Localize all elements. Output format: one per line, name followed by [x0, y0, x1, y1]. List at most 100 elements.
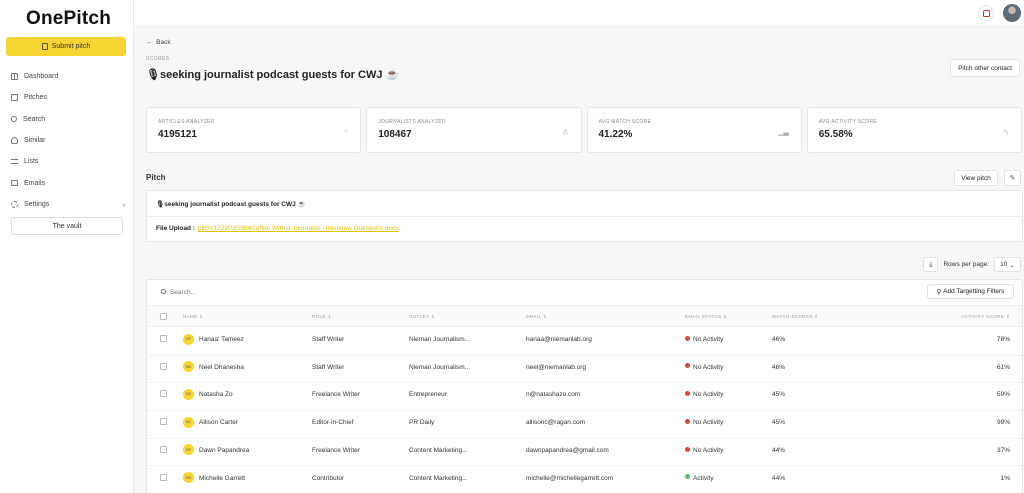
column-header-outlet[interactable]: OUTLET ⇕	[409, 314, 435, 320]
submit-pitch-button[interactable]: Submit pitch	[6, 37, 126, 56]
users-icon	[11, 137, 18, 145]
rows-per-page-control: ⤓ Rows per page: 10 ⌄	[923, 257, 1021, 272]
sidebar-item-label: Similar	[24, 137, 46, 145]
file-upload: File Upload : pitch/1729PdS884Coffee With…	[156, 225, 398, 232]
table-row[interactable]: MG Michelle Garrett Contributor Content Mar…	[147, 467, 1022, 493]
table-search-row: ⚲ Add Targetting Filters	[147, 280, 1022, 305]
table-row[interactable]: ND Neel Dhanesha Staff Writer Nieman Journa…	[147, 356, 1022, 384]
user-avatar[interactable]	[1003, 4, 1021, 22]
cell-email: n@natashazo.com	[526, 391, 581, 399]
pitch-other-contact-button[interactable]: Pitch other contact	[950, 59, 1020, 77]
file-upload-link[interactable]: pitch/1729PdS884Coffee With a Journalist…	[198, 225, 398, 232]
sidebar-item-pitches[interactable]: Pitches	[11, 87, 127, 108]
sidebar-nav: Dashboard Pitches Search Similar Lists E…	[11, 66, 127, 215]
table-header: NAME ⇕ ROLE ⇕ OUTLET ⇕ EMAIL ⇕ EMAIL STA…	[147, 305, 1022, 327]
cell-role: Freelance Writer	[312, 391, 360, 399]
stat-card-activity: AVG ACTIVITY SCORE 65.58% ∿	[806, 107, 1022, 153]
filter-icon: ⚲	[936, 288, 942, 296]
pitch-section-title: Pitch	[146, 173, 166, 182]
activity-icon: ∿	[1003, 129, 1009, 136]
row-checkbox[interactable]	[160, 473, 167, 481]
cell-outlet: PR Daily	[409, 419, 435, 427]
sidebar-item-lists[interactable]: Lists	[11, 151, 127, 172]
status-dot-icon	[685, 391, 690, 397]
stat-value: 4195121	[158, 129, 197, 140]
search-icon	[11, 116, 17, 123]
cell-match-score: 46%	[772, 336, 786, 343]
table-row[interactable]: AC Allison Carter Editor-in-Chief PR Daily a…	[147, 411, 1022, 439]
table-row[interactable]: HT Hanaa' Tameez Staff Writer Nieman Journa…	[147, 328, 1022, 356]
stat-card-journalists: JOURNALISTS ANALYZED 108467 ♙	[366, 107, 582, 153]
cell-email: michelle@michellegarrett.com	[526, 474, 614, 482]
column-header-match-scores[interactable]: MATCH SCORES ⇕	[772, 314, 819, 320]
row-checkbox[interactable]	[160, 390, 167, 398]
cell-email: hanaa@niemanlab.org	[526, 336, 592, 343]
select-all-checkbox[interactable]	[160, 313, 167, 320]
back-label: Back	[156, 39, 171, 46]
sidebar-item-similar[interactable]: Similar	[11, 130, 127, 151]
stat-value: 65.58%	[818, 129, 853, 140]
sidebar-item-emails[interactable]: Emails	[11, 172, 127, 193]
view-pitch-button[interactable]: View pitch	[954, 170, 998, 186]
download-icon[interactable]: ⤓	[923, 257, 939, 272]
pitch-card: 🎙seeking journalist podcast guests for C…	[146, 190, 1023, 242]
avatar: DP	[183, 444, 194, 456]
sidebar-item-search[interactable]: Search	[11, 109, 127, 130]
cell-email: dawnpapandrea@gmail.com	[526, 446, 609, 454]
cell-name[interactable]: Neel Dhanesha	[199, 364, 244, 371]
status-dot-icon	[685, 363, 690, 369]
submit-pitch-label: Submit pitch	[51, 43, 91, 50]
search-icon	[161, 289, 166, 294]
cell-role: Editor-in-Chief	[312, 419, 354, 427]
status-dot-icon	[685, 418, 690, 424]
table-row[interactable]: NZ Natasha Zo Freelance Writer Entrepreneur…	[147, 383, 1022, 412]
column-header-role[interactable]: ROLE ⇕	[312, 314, 332, 320]
sidebar-item-settings[interactable]: Settings ⌄	[11, 194, 127, 215]
avatar: ND	[183, 361, 194, 373]
cell-activity-score: 1%	[1000, 474, 1010, 482]
cell-name[interactable]: Natasha Zo	[199, 391, 233, 398]
cell-email-status: Activity	[685, 474, 714, 482]
arrow-left-icon: ←	[146, 39, 153, 46]
back-link[interactable]: ← Back	[146, 39, 171, 46]
pitch-title: 🎙seeking journalist podcast guests for C…	[156, 201, 306, 208]
status-text: No Activity	[693, 419, 724, 427]
status-dot-icon	[685, 474, 690, 480]
column-header-email[interactable]: EMAIL ⇕	[526, 314, 547, 320]
rows-per-page-select[interactable]: 10 ⌄	[994, 257, 1021, 272]
rows-per-page-value: 10	[1000, 261, 1008, 268]
dashboard-icon	[11, 73, 18, 81]
logo[interactable]: OnePitch	[26, 8, 111, 30]
cell-match-score: 44%	[772, 446, 786, 454]
column-header-email-status[interactable]: EMAIL STATUS ⇕	[685, 314, 727, 320]
cell-role: Contributor	[312, 474, 345, 482]
document-icon	[41, 43, 48, 50]
row-checkbox[interactable]	[160, 362, 167, 370]
table-row[interactable]: DP Dawn Papandrea Freelance Writer Content …	[147, 439, 1022, 467]
row-checkbox[interactable]	[160, 335, 167, 342]
edit-pencil-icon[interactable]: ✎	[1004, 170, 1021, 186]
search-input[interactable]	[170, 286, 370, 299]
cell-activity-score: 99%	[996, 419, 1010, 427]
cell-name[interactable]: Michelle Garrett	[199, 475, 245, 482]
notification-bell-icon[interactable]	[978, 5, 994, 21]
cell-name[interactable]: Allison Carter	[199, 419, 238, 426]
cell-name[interactable]: Hanaa' Tameez	[199, 336, 244, 343]
stat-card-articles: ARTICLES ANALYZED 4195121 ○	[146, 107, 362, 153]
user-icon: ♙	[562, 129, 569, 136]
cell-email: neel@niemanlab.org	[526, 363, 587, 371]
vault-button[interactable]: The vault	[11, 217, 123, 235]
avatar: HT	[183, 333, 194, 345]
cell-match-score: 45%	[772, 419, 786, 427]
breadcrumb: SCORES	[146, 56, 170, 62]
status-dot-icon	[685, 446, 690, 452]
page-title: 🎙seeking journalist podcast guests for C…	[146, 69, 400, 81]
row-checkbox[interactable]	[160, 445, 167, 453]
sidebar-item-dashboard[interactable]: Dashboard	[11, 66, 127, 87]
cell-name[interactable]: Dawn Papandrea	[199, 447, 249, 454]
cell-email-status: No Activity	[685, 363, 723, 371]
column-header-name[interactable]: NAME ⇕	[183, 314, 203, 320]
add-targeting-filters-button[interactable]: ⚲ Add Targetting Filters	[927, 284, 1014, 299]
row-checkbox[interactable]	[160, 418, 167, 426]
column-header-activity-score[interactable]: ACTIVITY SCORE ⇕	[961, 314, 1010, 320]
